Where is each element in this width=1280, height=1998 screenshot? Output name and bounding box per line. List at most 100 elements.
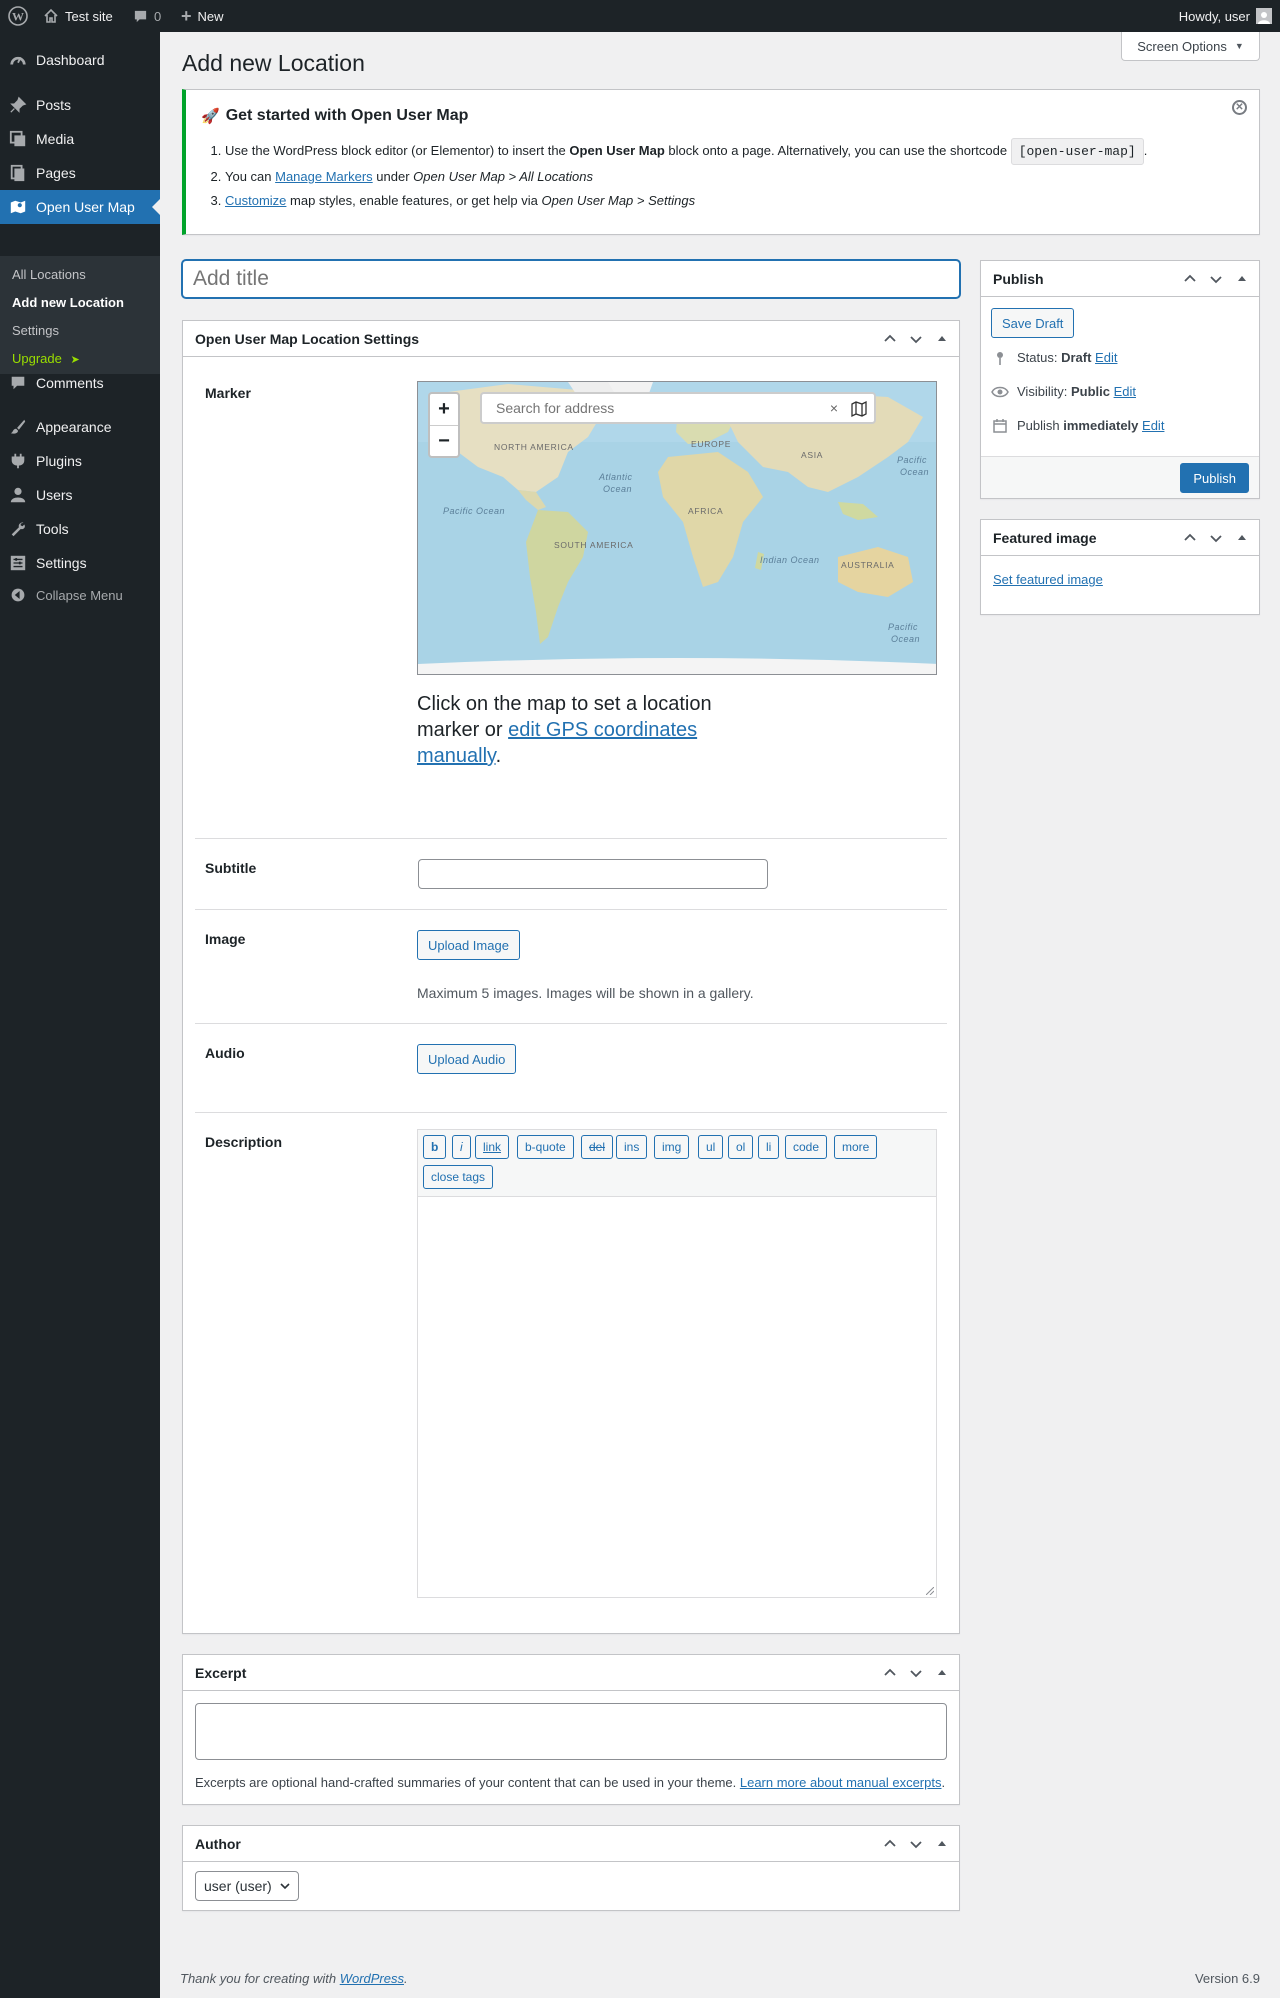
- sidebar-item-tools[interactable]: Tools: [0, 512, 160, 546]
- sidebar-item-settings[interactable]: Settings: [0, 546, 160, 580]
- submenu-all-locations[interactable]: All Locations: [12, 267, 86, 282]
- post-title-input[interactable]: [182, 260, 960, 298]
- toggle-panel-icon[interactable]: [929, 1826, 955, 1862]
- notice-step-2: You can Manage Markers under Open User M…: [225, 167, 1241, 187]
- upload-audio-button[interactable]: Upload Audio: [417, 1044, 517, 1074]
- sidebar-item-plugins[interactable]: Plugins: [0, 444, 160, 478]
- postbox-header: Author: [183, 1826, 959, 1862]
- qt-ins-button[interactable]: ins: [616, 1135, 648, 1159]
- resize-handle-icon[interactable]: [926, 1587, 934, 1595]
- collapse-menu-button[interactable]: Collapse Menu: [0, 578, 160, 612]
- qt-code-button[interactable]: code: [785, 1135, 828, 1159]
- submenu-settings[interactable]: Settings: [12, 323, 59, 338]
- author-select[interactable]: user (user): [195, 1871, 299, 1901]
- notice-title: 🚀 Get started with Open User Map: [201, 107, 468, 125]
- sidebar-label: Tools: [36, 521, 69, 537]
- map-label-pacific-bottom: Pacific: [888, 622, 919, 632]
- sidebar-item-comments[interactable]: Comments: [0, 366, 160, 400]
- qt-italic-button[interactable]: i: [452, 1135, 471, 1159]
- clear-search-icon[interactable]: ×: [830, 400, 838, 416]
- image-label: Image: [205, 931, 246, 947]
- sidebar-label: Settings: [36, 555, 87, 571]
- manage-markers-link[interactable]: Manage Markers: [275, 169, 373, 184]
- upload-image-button[interactable]: Upload Image: [417, 930, 520, 960]
- move-up-icon[interactable]: [877, 1655, 903, 1691]
- submenu-upgrade[interactable]: Upgrade ➤: [12, 351, 80, 366]
- edit-visibility-link[interactable]: Edit: [1114, 384, 1136, 399]
- qt-bquote-button[interactable]: b-quote: [517, 1135, 574, 1159]
- map-label-asia: ASIA: [801, 450, 824, 460]
- move-up-icon[interactable]: [877, 321, 903, 357]
- site-name-link[interactable]: Test site: [43, 0, 113, 32]
- publish-button[interactable]: Publish: [1180, 463, 1249, 493]
- move-up-icon[interactable]: [877, 1826, 903, 1862]
- new-content-link[interactable]: + New: [181, 0, 224, 32]
- toggle-panel-icon[interactable]: [929, 1655, 955, 1691]
- description-textarea[interactable]: [417, 1196, 937, 1598]
- edit-publish-time-link[interactable]: Edit: [1142, 418, 1164, 433]
- qt-ol-button[interactable]: ol: [728, 1135, 754, 1159]
- my-account-link[interactable]: Howdy, user: [1179, 0, 1272, 32]
- wordpress-link[interactable]: WordPress: [340, 1971, 404, 1986]
- qt-ul-button[interactable]: ul: [698, 1135, 724, 1159]
- move-up-icon[interactable]: [1177, 520, 1203, 556]
- map-search-input[interactable]: Search for address: [496, 400, 614, 416]
- author-box: Author user (user): [182, 1825, 960, 1911]
- move-down-icon[interactable]: [1203, 261, 1229, 297]
- qt-del-button[interactable]: del: [581, 1135, 614, 1159]
- avatar: [1256, 8, 1272, 24]
- location-settings-box: Open User Map Location Settings Marker N…: [182, 320, 960, 1634]
- location-map[interactable]: NORTH AMERICA EUROPE ASIA Atlantic Ocean…: [417, 381, 937, 675]
- map-search-box[interactable]: Search for address ×: [480, 392, 876, 424]
- move-down-icon[interactable]: [903, 321, 929, 357]
- wordpress-logo-icon[interactable]: W: [8, 0, 28, 32]
- move-down-icon[interactable]: [903, 1655, 929, 1691]
- sidebar-item-open-user-map[interactable]: Open User Map: [0, 190, 160, 224]
- move-down-icon[interactable]: [903, 1826, 929, 1862]
- qt-link-button[interactable]: link: [475, 1135, 510, 1159]
- footer-text: .: [404, 1971, 408, 1986]
- toggle-panel-icon[interactable]: [929, 321, 955, 357]
- sidebar-item-appearance[interactable]: Appearance: [0, 410, 160, 444]
- new-label: New: [197, 8, 224, 24]
- set-featured-image-link[interactable]: Set featured image: [993, 572, 1103, 587]
- qt-close-tags-button[interactable]: close tags: [423, 1165, 494, 1189]
- zoom-out-button[interactable]: −: [430, 425, 458, 456]
- map-label-indian-ocean: Indian Ocean: [760, 555, 820, 565]
- postbox-header: Featured image: [981, 520, 1259, 556]
- sidebar-item-media[interactable]: Media: [0, 122, 160, 156]
- comments-link[interactable]: 0: [133, 0, 161, 32]
- qt-li-button[interactable]: li: [758, 1135, 780, 1159]
- plus-icon: +: [181, 5, 192, 26]
- subtitle-input[interactable]: [418, 859, 768, 889]
- dismiss-notice-button[interactable]: ✕: [1232, 100, 1247, 115]
- excerpt-textarea[interactable]: [195, 1703, 947, 1760]
- step-text: You can: [225, 169, 276, 184]
- step-em: Open User Map > Settings: [541, 193, 696, 208]
- move-up-icon[interactable]: [1177, 261, 1203, 297]
- learn-more-excerpts-link[interactable]: Learn more about manual excerpts: [740, 1775, 942, 1790]
- screen-options-button[interactable]: Screen Options ▼: [1121, 32, 1260, 61]
- excerpt-help-text: Excerpts are optional hand-crafted summa…: [195, 1775, 740, 1790]
- toggle-panel-icon[interactable]: [1229, 520, 1255, 556]
- sidebar-item-users[interactable]: Users: [0, 478, 160, 512]
- sidebar-item-dashboard[interactable]: Dashboard: [0, 43, 160, 77]
- qt-more-button[interactable]: more: [834, 1135, 878, 1159]
- sidebar-label: Plugins: [36, 453, 82, 469]
- postbox-handles: [1177, 261, 1255, 297]
- move-down-icon[interactable]: [1203, 520, 1229, 556]
- pin-icon: [0, 96, 36, 114]
- qt-bold-button[interactable]: b: [423, 1135, 447, 1159]
- qt-img-button[interactable]: img: [654, 1135, 690, 1159]
- save-draft-button[interactable]: Save Draft: [991, 308, 1075, 338]
- customize-link[interactable]: Customize: [225, 193, 286, 208]
- map-book-icon[interactable]: [850, 400, 868, 418]
- zoom-in-button[interactable]: +: [430, 394, 458, 425]
- toggle-panel-icon[interactable]: [1229, 261, 1255, 297]
- sidebar-item-posts[interactable]: Posts: [0, 88, 160, 122]
- edit-status-link[interactable]: Edit: [1095, 350, 1117, 365]
- submenu-add-new-location[interactable]: Add new Location: [12, 295, 124, 310]
- sidebar-item-pages[interactable]: Pages: [0, 156, 160, 190]
- footer-thanks: Thank you for creating with WordPress.: [180, 1971, 408, 1986]
- site-name: Test site: [65, 8, 113, 24]
